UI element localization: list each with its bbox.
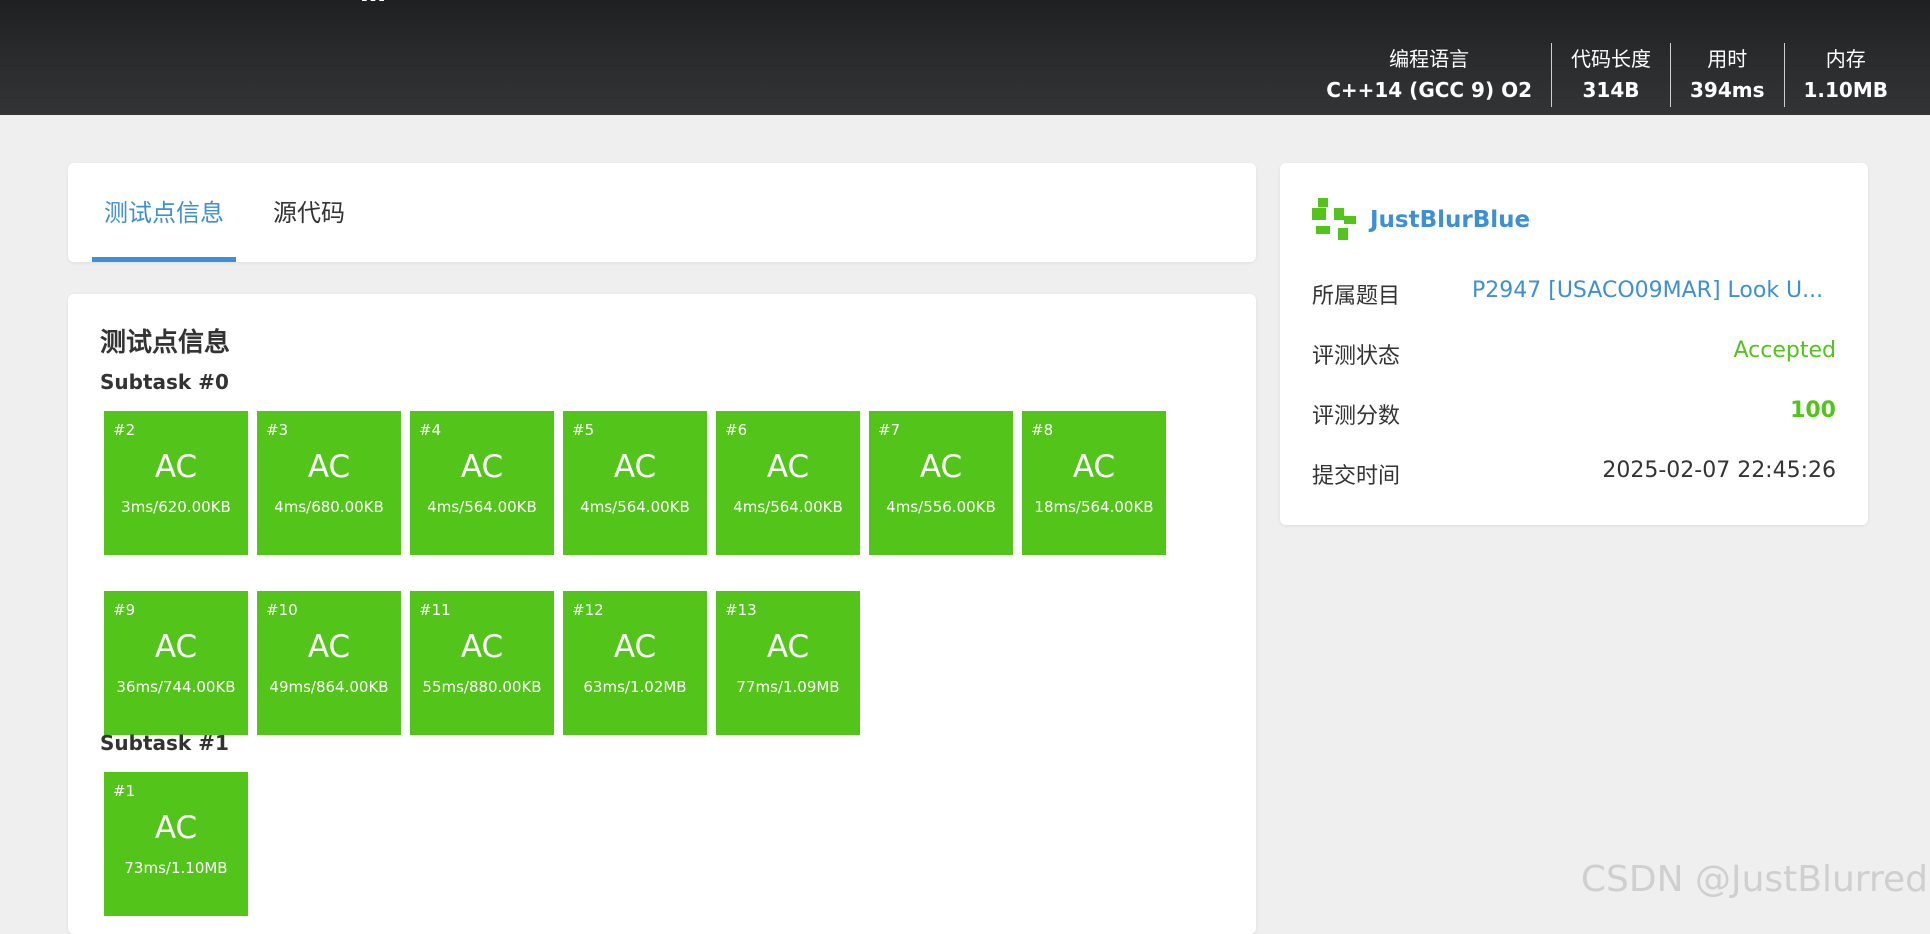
testcase-meta: 49ms/864.00KB (269, 678, 389, 696)
testcase-meta: 3ms/620.00KB (121, 498, 231, 516)
testcase-status: AC (613, 629, 657, 665)
testcase-tile[interactable]: #9 AC 36ms/744.00KB (104, 591, 248, 735)
info-row-submit-time: 提交时间 2025-02-07 22:45:26 (1312, 458, 1836, 498)
testcase-id: #7 (878, 421, 901, 439)
judge-status: Accepted (1733, 338, 1836, 363)
user-row: JustBlurBlue (1312, 198, 1530, 242)
submission-stats: 编程语言 C++14 (GCC 9) O2 代码长度 314B 用时 394ms… (1307, 43, 1907, 107)
stat-memory: 内存 1.10MB (1783, 43, 1908, 107)
testcase-id: #2 (113, 421, 136, 439)
info-key: 评测状态 (1312, 344, 1401, 369)
testcase-tile[interactable]: #8 AC 18ms/564.00KB (1022, 411, 1166, 555)
testcase-meta: 73ms/1.10MB (124, 859, 228, 877)
testcase-id: #9 (113, 601, 136, 619)
stat-label: 内存 (1825, 47, 1866, 71)
testcase-meta: 36ms/744.00KB (116, 678, 236, 696)
testcase-status: AC (460, 629, 504, 665)
stat-label: 代码长度 (1571, 47, 1651, 71)
username-link[interactable]: JustBlurBlue (1370, 207, 1530, 233)
testcase-tile[interactable]: #11 AC 55ms/880.00KB (410, 591, 554, 735)
judge-score: 100 (1790, 398, 1836, 423)
testcase-tile[interactable]: #6 AC 4ms/564.00KB (716, 411, 860, 555)
submission-header: … 编程语言 C++14 (GCC 9) O2 代码长度 314B 用时 394… (0, 0, 1930, 115)
stat-language: 编程语言 C++14 (GCC 9) O2 (1307, 43, 1551, 107)
stat-value: 314B (1582, 78, 1640, 102)
subtask-label: Subtask #0 (100, 370, 229, 394)
testcase-status: AC (154, 629, 198, 665)
tabs-card: 测试点信息 源代码 (68, 163, 1256, 262)
stat-label: 编程语言 (1389, 47, 1470, 71)
section-title: 测试点信息 (100, 328, 231, 358)
testcase-meta: 77ms/1.09MB (736, 678, 840, 696)
testcase-status: AC (766, 449, 810, 485)
testcase-meta: 4ms/556.00KB (886, 498, 996, 516)
testcase-id: #1 (113, 782, 136, 800)
testcase-meta: 4ms/564.00KB (580, 498, 690, 516)
testcase-tile[interactable]: #4 AC 4ms/564.00KB (410, 411, 554, 555)
info-row-status: 评测状态 Accepted (1312, 338, 1836, 378)
testcase-status: AC (460, 449, 504, 485)
tab-source-code[interactable]: 源代码 (264, 163, 354, 262)
testcase-meta: 4ms/680.00KB (274, 498, 384, 516)
testcase-meta: 63ms/1.02MB (583, 678, 687, 696)
stat-time: 用时 394ms (1670, 43, 1784, 107)
testcase-id: #3 (266, 421, 289, 439)
info-row-score: 评测分数 100 (1312, 398, 1836, 438)
testcase-id: #4 (419, 421, 442, 439)
testcase-meta: 4ms/564.00KB (733, 498, 843, 516)
submit-time: 2025-02-07 22:45:26 (1602, 458, 1836, 483)
testcase-tile[interactable]: #7 AC 4ms/556.00KB (869, 411, 1013, 555)
testcase-status: AC (766, 629, 810, 665)
testcase-id: #11 (419, 601, 451, 619)
testcase-id: #10 (266, 601, 298, 619)
subtask-1-grid: #1 AC 73ms/1.10MB (104, 772, 1204, 916)
testcase-status: AC (307, 629, 351, 665)
stat-label: 用时 (1707, 47, 1748, 71)
testcase-id: #12 (572, 601, 604, 619)
testcase-id: #6 (725, 421, 748, 439)
testcase-meta: 55ms/880.00KB (422, 678, 542, 696)
subtask-0-grid: #2 AC 3ms/620.00KB #3 AC 4ms/680.00KB #4 AC 4m… (104, 411, 1204, 735)
testcase-tile[interactable]: #1 AC 73ms/1.10MB (104, 772, 248, 916)
testcase-meta: 4ms/564.00KB (427, 498, 537, 516)
testcase-tile[interactable]: #10 AC 49ms/864.00KB (257, 591, 401, 735)
watermark: CSDN @JustBlurred (1580, 859, 1928, 900)
info-key: 提交时间 (1312, 464, 1401, 489)
testcase-card: 测试点信息 Subtask #0 #2 AC 3ms/620.00KB #3 AC 4m… (68, 294, 1256, 934)
testcase-id: #5 (572, 421, 595, 439)
header-title: … (360, 0, 387, 8)
stat-value: C++14 (GCC 9) O2 (1326, 78, 1532, 102)
testcase-status: AC (919, 449, 963, 485)
problem-link[interactable]: P2947 [USACO09MAR] Look U... (1472, 278, 1823, 303)
testcase-meta: 18ms/564.00KB (1034, 498, 1154, 516)
tab-testcase-info[interactable]: 测试点信息 (92, 163, 236, 262)
testcase-tile[interactable]: #3 AC 4ms/680.00KB (257, 411, 401, 555)
testcase-status: AC (154, 449, 198, 485)
info-key: 所属题目 (1312, 284, 1401, 309)
identicon-avatar-icon (1312, 198, 1356, 240)
testcase-tile[interactable]: #5 AC 4ms/564.00KB (563, 411, 707, 555)
testcase-status: AC (154, 810, 198, 846)
info-key: 评测分数 (1312, 404, 1401, 429)
testcase-tile[interactable]: #13 AC 77ms/1.09MB (716, 591, 860, 735)
stat-code-length: 代码长度 314B (1551, 43, 1670, 107)
stat-value: 1.10MB (1803, 78, 1889, 102)
testcase-id: #8 (1031, 421, 1054, 439)
testcase-tile[interactable]: #12 AC 63ms/1.02MB (563, 591, 707, 735)
info-row-problem: 所属题目 P2947 [USACO09MAR] Look U... (1312, 278, 1836, 318)
testcase-status: AC (613, 449, 657, 485)
testcase-status: AC (307, 449, 351, 485)
stat-value: 394ms (1690, 78, 1765, 102)
testcase-status: AC (1072, 449, 1116, 485)
submission-info-card: JustBlurBlue 所属题目 P2947 [USACO09MAR] Loo… (1280, 163, 1868, 525)
subtask-label: Subtask #1 (100, 731, 229, 755)
testcase-tile[interactable]: #2 AC 3ms/620.00KB (104, 411, 248, 555)
testcase-id: #13 (725, 601, 757, 619)
